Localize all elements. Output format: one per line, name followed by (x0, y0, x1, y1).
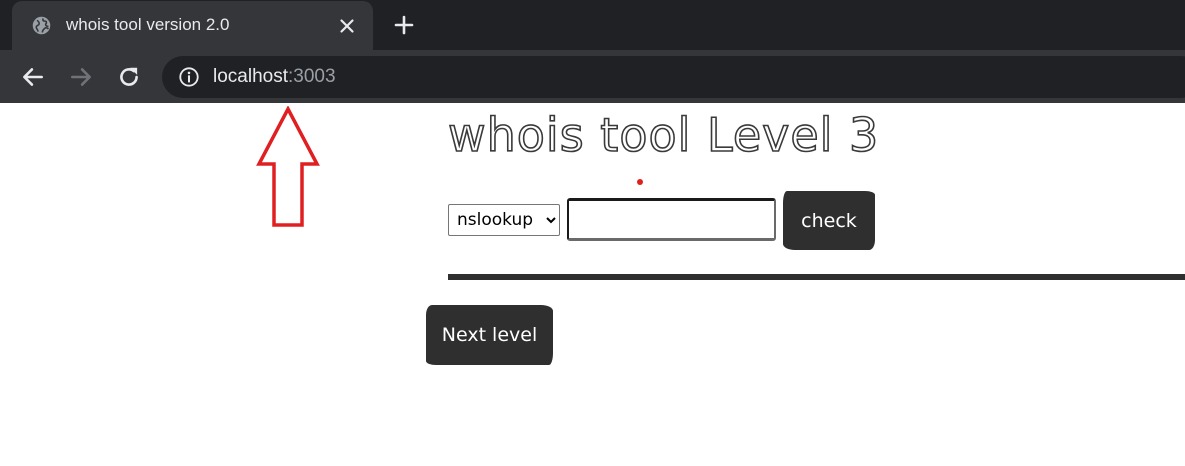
close-icon[interactable] (335, 14, 359, 38)
red-dot-marker (637, 179, 643, 185)
info-icon[interactable] (178, 66, 200, 88)
tool-select[interactable]: nslookup (448, 204, 560, 236)
address-bar[interactable]: localhost:3003 (162, 56, 1185, 98)
browser-tab[interactable]: whois tool version 2.0 (12, 1, 373, 50)
arrow-left-icon[interactable] (20, 64, 46, 90)
globe-icon (32, 16, 51, 35)
address-host: localhost (213, 66, 288, 87)
browser-chrome: whois tool version 2.0 localhost:3003 (0, 0, 1185, 103)
address-url: localhost:3003 (213, 66, 336, 88)
tab-title: whois tool version 2.0 (66, 15, 230, 34)
divider (448, 274, 1185, 280)
plus-icon[interactable] (392, 13, 416, 37)
domain-input[interactable] (567, 198, 776, 241)
tab-strip: whois tool version 2.0 (0, 0, 1185, 50)
arrow-right-icon[interactable] (68, 64, 94, 90)
up-arrow-icon (256, 106, 320, 227)
page-title: whois tool Level 3 (447, 107, 880, 163)
address-port: :3003 (288, 66, 336, 87)
reload-icon[interactable] (116, 64, 142, 90)
next-level-button[interactable]: Next level (426, 305, 553, 365)
browser-toolbar: localhost:3003 (0, 50, 1185, 103)
check-button[interactable]: check (783, 191, 875, 250)
